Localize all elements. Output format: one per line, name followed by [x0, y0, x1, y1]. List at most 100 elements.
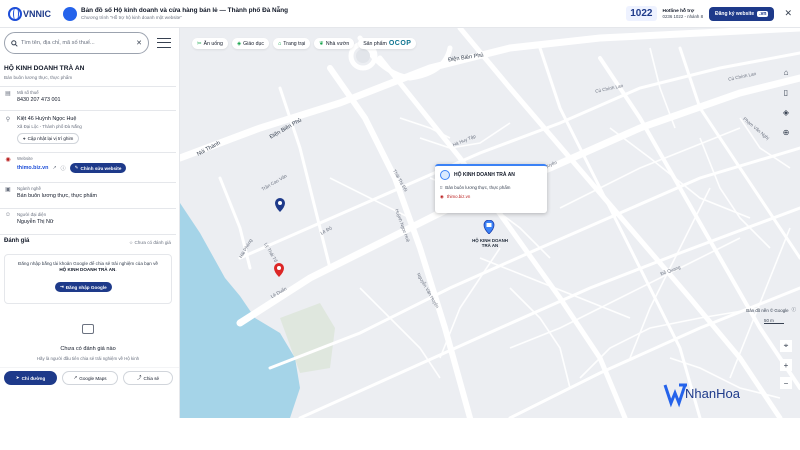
login-message: Đăng nhập bằng tài khoản Google để chia … — [18, 261, 158, 273]
empty-reviews-title: Chưa có đánh giá nào — [60, 346, 116, 352]
google-login-button[interactable]: ⇥ Đăng nhập Google — [55, 282, 112, 292]
popup-title: HỘ KINH DOANH TRÀ AN — [440, 170, 542, 180]
site-subtitle: Chương trình "Hỗ trợ hộ kinh doanh một w… — [81, 15, 182, 20]
category-label: Nhà vườn — [325, 40, 350, 47]
business-category: Bán buôn lương thực, thực phẩm — [4, 75, 73, 80]
address-line1: Kiệt 46 Huỳnh Ngọc Huệ — [17, 116, 77, 122]
register-label: Đăng ký website — [715, 10, 755, 17]
rating-status-text: Chưa có đánh giá — [134, 240, 171, 245]
comment-icon — [82, 324, 94, 334]
garden-icon: ❦ — [319, 40, 324, 47]
fork-icon: ✂ — [197, 40, 202, 47]
app-window: VNNIC Bản đồ số Hộ kinh doanh và cửa hàn… — [0, 0, 800, 450]
category-chip-garden[interactable]: ❦ Nhà vườn — [314, 38, 355, 49]
update-location-button[interactable]: ⌖ Cập nhật lại vị trí ghim — [17, 133, 80, 144]
locate-icon[interactable]: ⊕ — [780, 126, 792, 138]
google-maps-label: Google Maps — [79, 375, 107, 381]
divider — [0, 208, 176, 209]
hotline-info: Hotline hỗ trợ 0236 1022 - nhánh 8 — [663, 9, 704, 19]
search-icon — [11, 39, 18, 47]
owner-row: ☺ Người đại diện Nguyễn Thị Nữ — [4, 212, 54, 225]
empty-reviews-subtitle: Hãy là người đầu tiên chia sẻ trải nghiệ… — [36, 356, 140, 361]
owner-label: Người đại diện — [17, 212, 47, 217]
document-icon: ▤ — [5, 91, 11, 97]
edit-website-button[interactable]: ✎ Chỉnh sửa website — [69, 163, 127, 173]
google-login-label: Đăng nhập Google — [65, 284, 107, 290]
globe-small-icon: ◉ — [5, 157, 11, 163]
edit-website-label: Chỉnh sửa website — [80, 165, 122, 171]
category-chip-food[interactable]: ✂ Ăn uống — [192, 38, 228, 49]
directions-label: Chỉ đường — [21, 375, 46, 381]
share-button[interactable]: ⤴ Chia sẻ — [123, 371, 173, 385]
popup-category: ⌑ Bán buôn lương thực, thực phẩm — [440, 185, 542, 191]
external-link-icon[interactable]: ↗ — [52, 165, 56, 171]
nhanhoa-brand: NhanHoa — [685, 386, 740, 401]
tax-value: 8430 207 473 001 — [17, 97, 61, 103]
ocop-logo: OCOP — [388, 40, 412, 47]
divider — [0, 182, 176, 183]
rating-heading: Đánh giá — [4, 238, 30, 244]
zoom-in-button[interactable]: + — [780, 359, 792, 371]
category-chip-education[interactable]: ◈ Giáo dục — [231, 38, 269, 49]
popup-website[interactable]: ◉ thimo.biz.vn — [440, 194, 542, 200]
tax-row: ▤ Mã số thuế 8430 207 473 001 — [4, 90, 60, 103]
category-label: Giáo dục — [243, 40, 264, 47]
directions-button[interactable]: ➤ Chỉ đường — [4, 371, 57, 385]
website-link[interactable]: thimo.biz.vn — [17, 165, 48, 171]
top-header: VNNIC Bản đồ số Hộ kinh doanh và cửa hàn… — [0, 0, 800, 28]
briefcase-icon: ▣ — [5, 187, 11, 193]
map-view[interactable]: ✂ Ăn uống ◈ Giáo dục ⌂ Trang trại ❦ Nhà vườn… — [180, 28, 800, 418]
category-chip-ocop[interactable]: Sản phẩm OCOP — [358, 38, 417, 49]
location-pin-icon: ⚲ — [5, 117, 11, 123]
clear-search-icon[interactable]: ✕ — [136, 39, 142, 47]
business-popup[interactable]: HỘ KINH DOANH TRÀ AN ⌑ Bán buôn lương th… — [435, 164, 547, 213]
vnnic-logo[interactable]: VNNIC — [8, 6, 52, 21]
store-icon — [440, 170, 450, 180]
close-icon[interactable]: ✕ — [784, 8, 792, 19]
my-location-icon[interactable]: ⌖ — [780, 340, 792, 352]
rating-status: ☆ Chưa có đánh giá — [129, 240, 171, 245]
google-maps-button[interactable]: ↗ Google Maps — [62, 371, 118, 385]
graduation-icon: ◈ — [236, 40, 242, 47]
site-badge-icon — [63, 6, 78, 21]
industry-label: Ngành nghề — [17, 186, 41, 191]
home-icon[interactable]: ⌂ — [780, 66, 792, 78]
category-chip-farm[interactable]: ⌂ Trang trại — [272, 38, 311, 49]
site-title: Bản đồ số Hộ kinh doanh và cửa hàng bán … — [81, 7, 289, 14]
share-icon: ⤴ — [136, 375, 142, 380]
category-label: Ăn uống — [203, 40, 223, 47]
search-placeholder: Tìm tên, địa chỉ, mã số thuế... — [21, 40, 95, 46]
register-website-button[interactable]: Đăng ký website .vn — [709, 6, 775, 21]
website-row: ◉ Website thimo.biz.vn ↗ ⓘ ✎ Chỉnh sửa w… — [4, 156, 127, 173]
layers-icon[interactable]: ◈ — [780, 106, 792, 118]
search-input[interactable]: Tìm tên, địa chỉ, mã số thuế... ✕ — [4, 32, 149, 54]
hotline-detail: 0236 1022 - nhánh 8 — [662, 13, 704, 19]
zoom-out-button[interactable]: − — [780, 377, 792, 389]
filter-icon[interactable] — [157, 36, 171, 50]
globe-icon — [8, 6, 22, 21]
selected-business-marker[interactable] — [483, 220, 495, 234]
info-icon[interactable]: ⓘ — [792, 307, 796, 313]
industry-row: ▣ Ngành nghề Bán buôn lương thực, thực p… — [4, 186, 97, 199]
farm-icon: ⌂ — [277, 40, 282, 47]
site-titles: Bản đồ số Hộ kinh doanh và cửa hàng bán … — [81, 7, 288, 20]
globe-icon: ◉ — [440, 194, 444, 199]
sidebar-panel: Tìm tên, địa chỉ, mã số thuế... ✕ HỘ KIN… — [0, 28, 180, 418]
tax-label: Mã số thuế — [17, 90, 39, 95]
logo-text: VNNIC — [23, 8, 52, 19]
edit-icon: ✎ — [74, 165, 79, 170]
divider — [0, 234, 176, 235]
attribution-text: Bản đồ nền © Google — [746, 307, 789, 313]
external-icon: ↗ — [73, 375, 78, 380]
website-label: Website — [17, 156, 33, 161]
map-attribution: Bản đồ nền © Google ⓘ — [746, 307, 796, 313]
marker-label: HỘ KINH DOANH TRÀ AN — [472, 238, 508, 249]
help-icon[interactable]: ⓘ — [61, 165, 66, 172]
divider — [0, 86, 176, 87]
address-row: ⚲ Kiệt 46 Huỳnh Ngọc Huệ Xã Đại Lộc - Th… — [4, 116, 82, 144]
category-label: Sản phẩm — [363, 40, 387, 47]
pin-icon: ⌖ — [23, 136, 26, 141]
category-bar: ✂ Ăn uống ◈ Giáo dục ⌂ Trang trại ❦ Nhà vườn… — [192, 38, 417, 49]
login-icon: ⇥ — [60, 284, 64, 289]
map-book-icon[interactable]: ▯ — [780, 86, 792, 98]
